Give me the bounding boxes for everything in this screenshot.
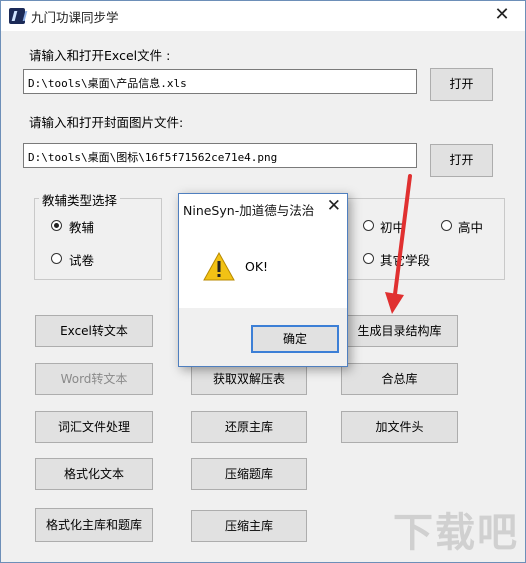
type-radio-label: 教辅 [69, 220, 95, 235]
type-groupbox [34, 198, 162, 280]
warning-icon [203, 252, 235, 281]
vocab-process-button[interactable]: 词汇文件处理 [35, 411, 153, 443]
format-text-button[interactable]: 格式化文本 [35, 458, 153, 490]
compress-main-button[interactable]: 压缩主库 [191, 510, 307, 542]
add-file-header-button[interactable]: 加文件头 [341, 411, 458, 443]
format-main-and-bank-button[interactable]: 格式化主库和题库 [35, 508, 153, 542]
merge-lib-button[interactable]: 合总库 [341, 363, 458, 395]
title-bar: 九门功课同步学 ✕ [1, 1, 525, 31]
window-close-button[interactable]: ✕ [479, 1, 525, 31]
restore-main-button[interactable]: 还原主库 [191, 411, 307, 443]
stage-radio-label: 初中 [380, 220, 406, 235]
cover-path-input[interactable]: D:\tools\桌面\图标\16f5f71562ce71e4.png [23, 143, 417, 168]
excel-file-label: 请输入和打开Excel文件 : [29, 48, 171, 63]
excel-open-button[interactable]: 打开 [430, 68, 493, 101]
dialog-message: OK! [245, 259, 269, 274]
compress-bank-button[interactable]: 压缩题库 [191, 458, 307, 490]
stage-radio-label: 高中 [458, 220, 484, 235]
type-group-title: 教辅类型选择 [39, 190, 121, 209]
excel-to-text-button[interactable]: Excel转文本 [35, 315, 153, 347]
watermark-logo: 下载吧 [393, 510, 519, 556]
type-radio-label: 试卷 [69, 253, 95, 268]
type-radio-shijuan[interactable] [51, 253, 62, 264]
window-title: 九门功课同步学 [31, 10, 119, 25]
stage-radio-junior[interactable] [363, 220, 374, 231]
gen-dir-structure-button[interactable]: 生成目录结构库 [341, 315, 458, 347]
app-logo-icon [9, 8, 25, 24]
stage-radio-label: 其它学段 [380, 253, 431, 268]
word-to-text-button[interactable]: Word转文本 [35, 363, 153, 395]
get-bilingual-table-button[interactable]: 获取双解压表 [191, 363, 307, 395]
cover-open-button[interactable]: 打开 [430, 144, 493, 177]
excel-path-input[interactable]: D:\tools\桌面\产品信息.xls [23, 69, 417, 94]
stage-radio-senior[interactable] [441, 220, 452, 231]
type-radio-fudao[interactable] [51, 220, 62, 231]
cover-image-label: 请输入和打开封面图片文件: [29, 115, 184, 130]
dialog-ok-button[interactable]: 确定 [251, 325, 339, 353]
message-dialog: NineSyn-加道德与法治 ✕ OK! 确定 [178, 193, 348, 367]
dialog-close-button[interactable]: ✕ [327, 196, 341, 216]
dialog-title: NineSyn-加道德与法治 [183, 203, 315, 218]
stage-radio-other[interactable] [363, 253, 374, 264]
